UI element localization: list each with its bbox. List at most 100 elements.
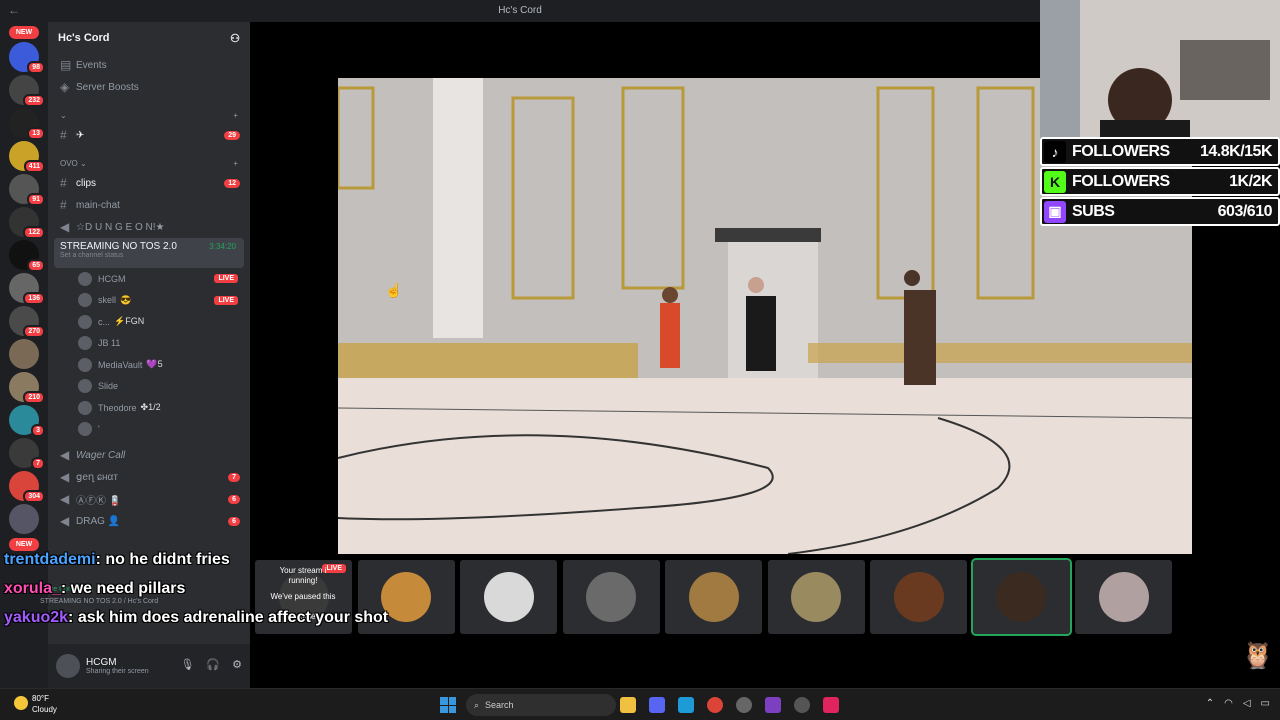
voice-member[interactable]: skell 😎 LIVE (48, 290, 250, 312)
settings-gear-icon[interactable]: ⚙ (232, 658, 242, 671)
server-icon[interactable]: 304 (9, 471, 45, 503)
server-boosts-label: Server Boosts (76, 81, 139, 93)
channel-main-chat[interactable]: # main-chat (48, 194, 250, 216)
server-icon[interactable]: 270 (9, 306, 45, 338)
participant-tile[interactable] (562, 560, 660, 634)
voice-channel-streaming[interactable]: STREAMING NO TOS 2.0 3:34:20 Set a chann… (54, 238, 244, 268)
server-icon[interactable]: 65 (9, 240, 45, 272)
system-tray[interactable]: ⌃ ◠ ◁ ▭ (1206, 698, 1270, 709)
channel-wager-call[interactable]: ◀ Wager Call (48, 444, 250, 466)
avatar (78, 379, 92, 394)
server-icon[interactable]: 98 (9, 42, 45, 74)
events-link[interactable]: ▤ Events (48, 54, 250, 76)
platform-icon: K (1044, 170, 1066, 193)
voice-member[interactable]: JB 11 (48, 333, 250, 355)
taskbar-search[interactable]: ⌕ Search (466, 694, 616, 716)
voice-member[interactable]: Slide (48, 376, 250, 398)
server-icon[interactable]: 3 (9, 405, 45, 437)
events-label: Events (76, 59, 107, 71)
add-member-icon[interactable]: ⚇ (230, 32, 240, 45)
hash-icon: # (60, 128, 67, 142)
server-icon[interactable]: 122 (9, 207, 45, 239)
participant-avatar (1098, 572, 1149, 622)
new-badge[interactable]: NEW (9, 26, 39, 39)
microphone-icon[interactable]: 🎙 (180, 658, 194, 671)
server-icon[interactable]: 91 (9, 174, 45, 206)
goal-row: ♪ FOLLOWERS 14.8K/15K (1040, 137, 1280, 166)
file-explorer-icon[interactable] (620, 697, 636, 713)
add-channel-icon[interactable]: + (233, 111, 238, 120)
channel-gen-chat[interactable]: ◀ ցеղ ɕнαт 7 (48, 466, 250, 488)
speaker-icon: ◀ (60, 492, 70, 506)
server-icon[interactable]: 13 (9, 108, 45, 140)
server-icon[interactable]: 411 (9, 141, 45, 173)
channel-label: clips (76, 177, 97, 189)
media-player-icon[interactable] (736, 697, 752, 713)
channel-plane[interactable]: # ✈ 29 (48, 124, 250, 146)
app-icon[interactable] (765, 697, 781, 713)
channel-label: DRAG 👤 (76, 515, 121, 527)
discord-icon[interactable] (649, 697, 665, 713)
participant-tile[interactable] (870, 560, 967, 634)
start-button[interactable] (440, 697, 456, 713)
voice-member[interactable]: c... ⚡FGN (48, 311, 250, 333)
chevron-up-icon[interactable]: ⌃ (1206, 698, 1214, 709)
tiktok-icon[interactable] (823, 697, 839, 713)
battery-icon[interactable]: ▭ (1261, 698, 1270, 709)
server-icon[interactable]: 210 (9, 372, 45, 404)
title-bar: ← Hc's Cord (0, 0, 1040, 22)
category-header[interactable]: ⌄ + (48, 106, 250, 124)
server-mention-badge: 3 (31, 424, 45, 437)
server-icon[interactable] (9, 339, 39, 369)
category-label: ⌄ (60, 110, 67, 120)
avatar[interactable] (56, 654, 80, 678)
member-name: c... (98, 316, 111, 327)
category-label: OVO ⌄ (60, 158, 87, 168)
chat-message: xorula_: we need pillars (4, 574, 444, 603)
participant-avatar (893, 572, 944, 622)
chrome-icon[interactable] (707, 697, 723, 713)
server-header[interactable]: Hc's Cord ⚇ (48, 22, 250, 54)
participant-tile[interactable] (665, 560, 762, 634)
member-name: Slide (98, 381, 119, 392)
participant-tile[interactable] (970, 558, 1072, 636)
live-badge: LIVE (214, 274, 238, 284)
goal-value: 14.8K/15K (1200, 142, 1273, 160)
server-icon[interactable]: 136 (9, 273, 45, 305)
avatar (78, 422, 92, 437)
channel-label: Ⓐ︎Ⓕ︎Ⓚ︎ 🪫 (76, 495, 122, 507)
voice-member[interactable]: HCGM LIVE (48, 268, 250, 290)
wifi-icon[interactable]: ◠ (1224, 698, 1233, 709)
server-mention-badge: 232 (23, 94, 45, 107)
voice-member[interactable]: ' (48, 419, 250, 441)
channel-afk[interactable]: ◀ Ⓐ︎Ⓕ︎Ⓚ︎ 🪫 6 (48, 488, 250, 510)
server-mention-badge: 411 (23, 160, 45, 173)
channel-clips[interactable]: # clips 12 (48, 172, 250, 194)
server-boosts-link[interactable]: ◈ Server Boosts (48, 76, 250, 98)
member-tag: ⚡FGN (114, 316, 145, 327)
mention-badge: 7 (228, 472, 240, 482)
voice-member[interactable]: MediaVault 💜5 (48, 354, 250, 376)
goal-value: 1K/2K (1229, 172, 1272, 190)
category-ovo[interactable]: OVO ⌄ + (48, 154, 250, 172)
channel-drag[interactable]: ◀ DRAG 👤 6 (48, 510, 250, 532)
server-mention-badge: 304 (23, 490, 45, 503)
add-channel-icon[interactable]: + (233, 159, 238, 168)
volume-icon[interactable]: ◁ (1243, 698, 1251, 709)
weather-widget[interactable]: 80°F Cloudy (14, 693, 57, 715)
participant-tile[interactable] (1075, 560, 1172, 634)
voice-member[interactable]: Theodore ✤1/2 (48, 397, 250, 419)
channel-status[interactable]: Set a channel status (60, 252, 244, 259)
edge-icon[interactable] (678, 697, 694, 713)
participant-tile[interactable] (460, 560, 557, 634)
server-icon[interactable]: 7 (9, 438, 45, 470)
obs-icon[interactable] (794, 697, 810, 713)
participant-tile[interactable] (767, 560, 865, 634)
channel-dungeon[interactable]: ◀ ☆D U N G E O N!★ (48, 216, 250, 238)
headphones-icon[interactable]: 🎧 (206, 658, 220, 671)
server-icon[interactable]: 232 (9, 75, 45, 107)
server-icon[interactable] (9, 504, 39, 534)
user-panel: HCGM Sharing their screen 🎙 🎧 ⚙ (48, 644, 250, 688)
chat-text: : no he didnt fries (95, 551, 230, 568)
temperature: 80°F (32, 694, 49, 703)
